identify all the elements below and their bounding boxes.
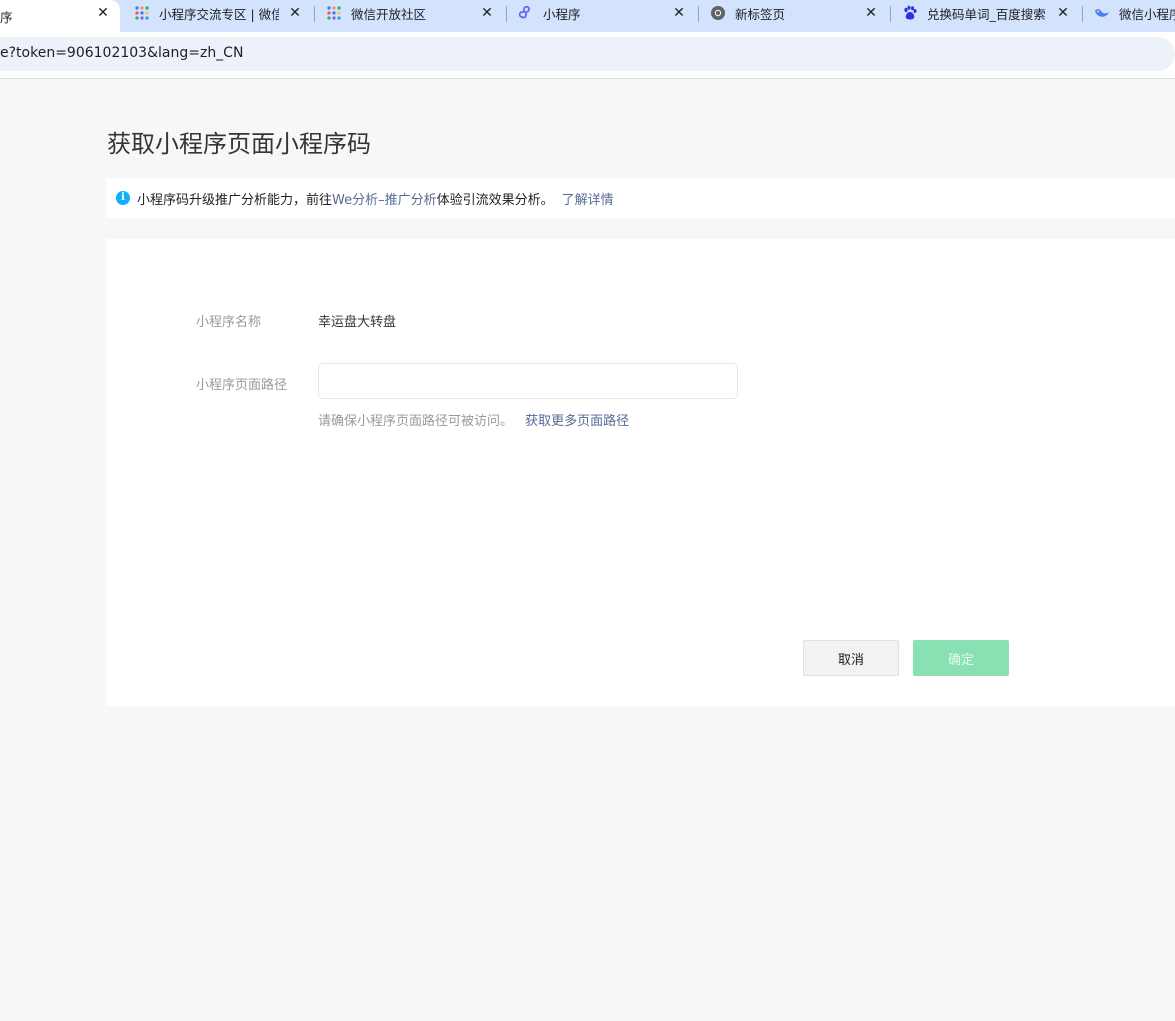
tab-label: 小程序 [543,6,581,22]
tab-separator [1082,6,1083,22]
tab-close-icon[interactable]: ✕ [670,4,688,22]
tab-close-icon[interactable]: ✕ [478,4,496,22]
chrome-icon [710,5,726,21]
learn-more-link[interactable]: 了解详情 [562,189,614,208]
tab-wechat-miniprogram[interactable]: 微信小程序 [1094,0,1175,26]
tab-new-tab[interactable]: 新标签页 ✕ [710,0,882,26]
tab-miniprogram-forum[interactable]: 小程序交流专区 | 微信 ✕ [134,0,306,26]
we-analysis-link[interactable]: We分析–推广分析 [332,189,437,208]
tab-label: 小程序交流专区 | 微信 [159,6,279,22]
tab-separator [890,6,891,22]
wechat-dev-icon [326,5,342,21]
tab-wechat-open-community[interactable]: 微信开放社区 ✕ [326,0,498,26]
tab-miniprogram[interactable]: 小程序 ✕ [518,0,690,26]
tab-label: 微信开放社区 [351,6,427,22]
tab-label: 微信小程序 [1119,6,1175,22]
tab-baidu-search[interactable]: 兑换码单词_百度搜索 ✕ [902,0,1074,26]
tab-label: 兑换码单词_百度搜索 [927,6,1046,22]
baidu-paw-icon [902,5,918,21]
tab-separator [314,6,315,22]
url-text[interactable]: e?token=906102103&lang=zh_CN [0,45,243,61]
notice-text: 小程序码升级推广分析能力，前往 [137,192,333,208]
wechat-dev-icon [134,5,150,21]
tab-close-icon[interactable]: ✕ [286,4,304,22]
tab-close-icon[interactable]: ✕ [1054,4,1072,22]
page-path-input[interactable] [318,363,738,399]
address-bar[interactable]: e?token=906102103&lang=zh_CN [0,37,1175,71]
path-hint: 请确保小程序页面路径可被访问。 获取更多页面路径 [318,410,629,429]
miniprogram-name-label: 小程序名称 [196,315,262,330]
form-card: 小程序名称 幸运盘大转盘 小程序页面路径 请确保小程序页面路径可被访问。 获取更… [106,239,1175,706]
cancel-button[interactable]: 取消 [803,640,899,676]
tab-separator [698,6,699,22]
path-hint-text: 请确保小程序页面路径可被访问。 [318,414,514,429]
tab-active[interactable]: 序 ✕ [0,0,120,32]
page-title: 获取小程序页面小程序码 [107,130,371,158]
wechat-bird-icon [1094,5,1110,21]
page-path-label: 小程序页面路径 [196,378,288,393]
tab-close-icon[interactable]: ✕ [94,4,112,22]
browser-tab-strip: 序 ✕ 小程序交流专区 | 微信 ✕ 微信开放社区 ✕ 小程序 ✕ 新标签页 ✕… [0,0,1175,32]
more-paths-link[interactable]: 获取更多页面路径 [525,414,629,429]
tab-label: 新标签页 [735,6,786,22]
miniprogram-icon [518,5,534,21]
confirm-button[interactable]: 确定 [913,640,1009,676]
info-icon: i [116,191,130,205]
notice-banner: i 小程序码升级推广分析能力，前往 We分析–推广分析 体验引流效果分析。 了解… [106,178,1175,218]
browser-toolbar: e?token=906102103&lang=zh_CN [0,32,1175,79]
miniprogram-name-value: 幸运盘大转盘 [318,315,397,330]
notice-text-after: 体验引流效果分析。 [436,192,554,208]
tab-close-icon[interactable]: ✕ [862,4,880,22]
tab-separator [506,6,507,22]
tab-label: 序 [0,9,13,25]
